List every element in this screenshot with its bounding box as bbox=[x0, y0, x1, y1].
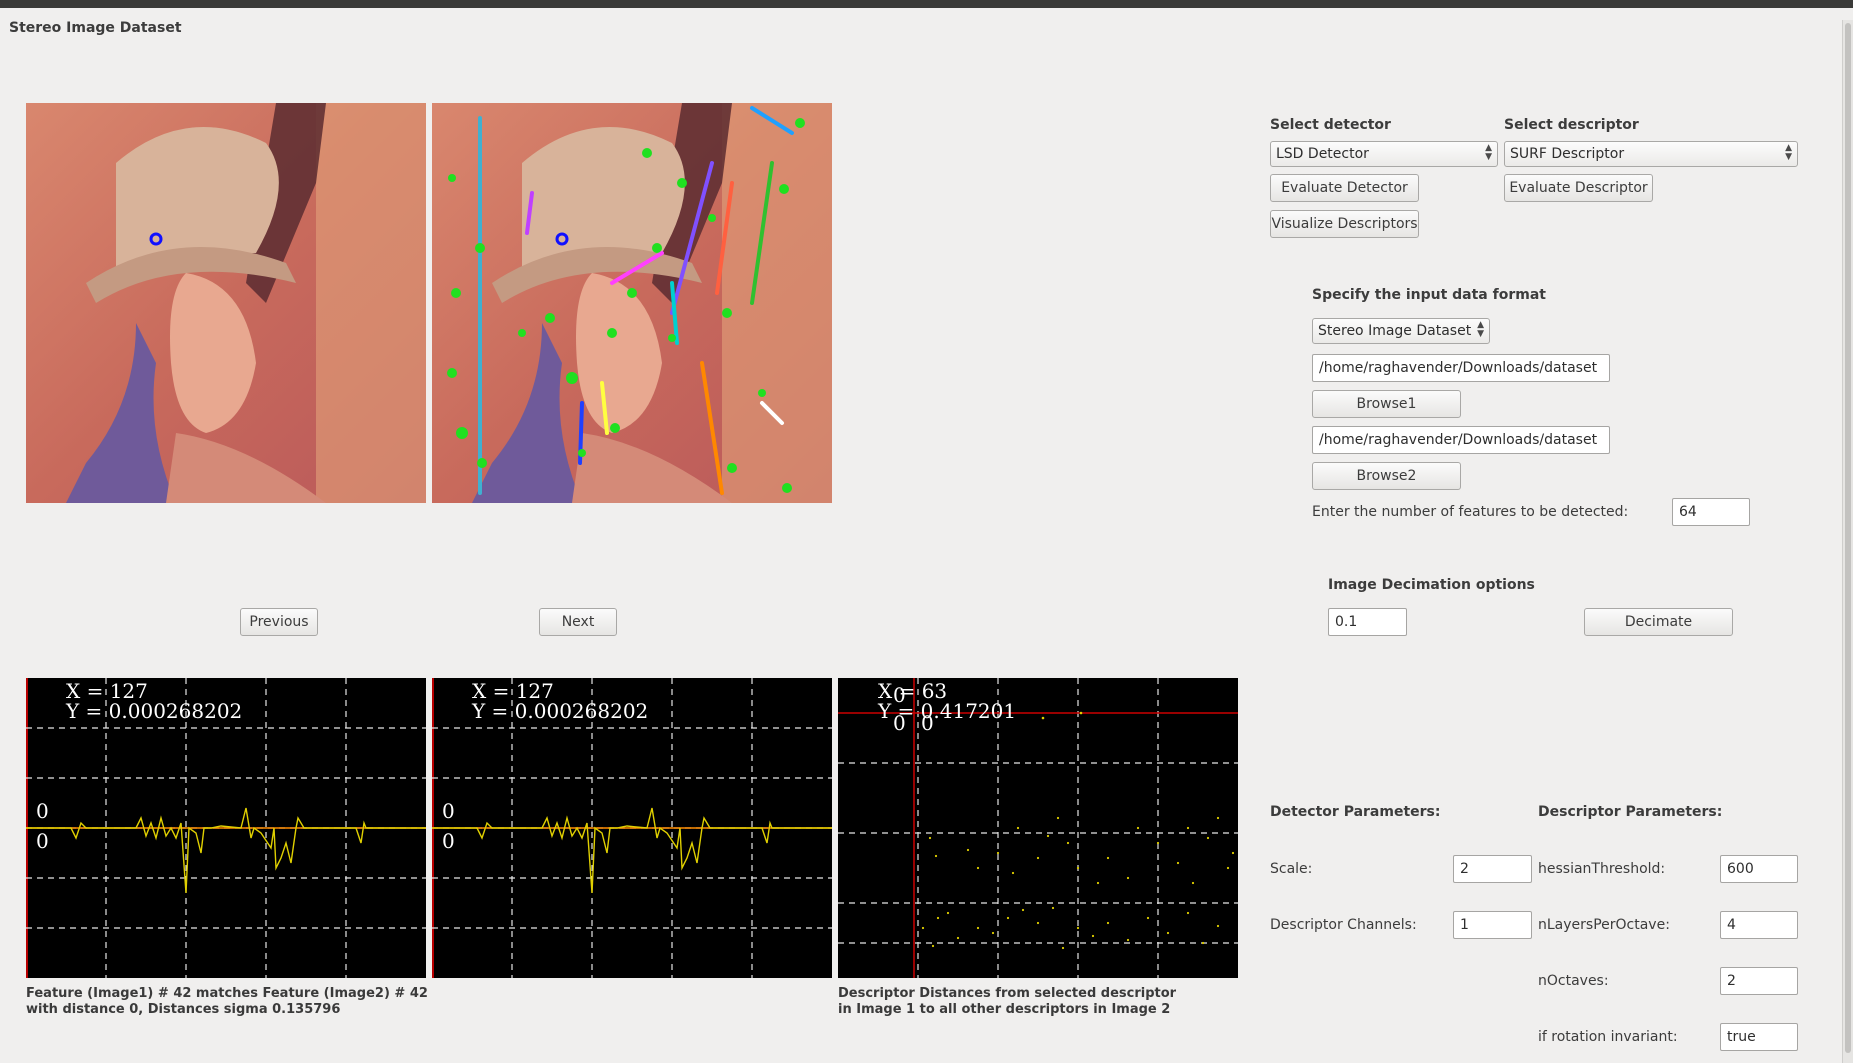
distance-caption-line2: in Image 1 to all other descriptors in I… bbox=[838, 1002, 1171, 1017]
select-descriptor-heading: Select descriptor bbox=[1504, 117, 1639, 133]
visualize-descriptors-button[interactable]: Visualize Descriptors bbox=[1270, 210, 1419, 238]
scale-field[interactable]: 2 bbox=[1453, 855, 1532, 883]
match-caption: Feature (Image1) # 42 matches Feature (I… bbox=[26, 986, 436, 1018]
num-features-field[interactable]: 64 bbox=[1672, 498, 1750, 526]
input-format-heading: Specify the input data format bbox=[1312, 287, 1546, 303]
n-layers-field[interactable]: 4 bbox=[1720, 911, 1798, 939]
match-caption-line2: with distance 0, Distances sigma 0.13579… bbox=[26, 1002, 341, 1017]
descriptor-plot2-svg bbox=[432, 678, 832, 978]
browse2-button[interactable]: Browse2 bbox=[1312, 462, 1461, 490]
match-caption-line1: Feature (Image1) # 42 matches Feature (I… bbox=[26, 986, 428, 1001]
input-format-select[interactable]: Stereo Image Dataset ▲ ▼ bbox=[1312, 318, 1490, 344]
image2-panel[interactable] bbox=[432, 103, 832, 503]
detector-params-heading: Detector Parameters: bbox=[1270, 804, 1441, 820]
n-octaves-field[interactable]: 2 bbox=[1720, 967, 1798, 995]
decimation-heading: Image Decimation options bbox=[1328, 577, 1535, 593]
input-format-select-value: Stereo Image Dataset bbox=[1318, 323, 1472, 339]
descriptor-plot-image1[interactable]: X = 127 Y = 0.000268202 0 0 bbox=[26, 678, 426, 978]
descriptor-params-heading: Descriptor Parameters: bbox=[1538, 804, 1723, 820]
lena-features-image bbox=[432, 103, 832, 503]
scroll-thumb[interactable] bbox=[1845, 23, 1851, 1053]
chevron-updown-icon: ▲ ▼ bbox=[1477, 320, 1484, 339]
descriptor-plot-image2[interactable]: X = 127 Y = 0.000268202 0 0 bbox=[432, 678, 832, 978]
n-layers-label: nLayersPerOctave: bbox=[1538, 917, 1670, 933]
num-features-label: Enter the number of features to be detec… bbox=[1312, 504, 1629, 520]
vertical-scrollbar[interactable] bbox=[1842, 20, 1853, 1063]
lena-original-image bbox=[26, 103, 426, 503]
scale-label: Scale: bbox=[1270, 861, 1313, 877]
decimation-field[interactable]: 0.1 bbox=[1328, 608, 1407, 636]
distance-caption: Descriptor Distances from selected descr… bbox=[838, 986, 1238, 1018]
rotation-invariant-field[interactable]: true bbox=[1720, 1023, 1798, 1051]
dataset-path2-field[interactable]: /home/raghavender/Downloads/dataset bbox=[1312, 426, 1610, 454]
browse1-button[interactable]: Browse1 bbox=[1312, 390, 1461, 418]
decimate-button[interactable]: Decimate bbox=[1584, 608, 1733, 636]
descriptor-plot1-svg bbox=[26, 678, 426, 978]
system-top-bar bbox=[0, 0, 1853, 8]
distance-scatter-plot[interactable]: X = 63 Y = 0.417201 0 0 0 bbox=[838, 678, 1238, 978]
next-button[interactable]: Next bbox=[539, 608, 617, 636]
distance-caption-line1: Descriptor Distances from selected descr… bbox=[838, 986, 1177, 1001]
descriptor-select-value: SURF Descriptor bbox=[1510, 146, 1625, 162]
detector-select[interactable]: LSD Detector ▲ ▼ bbox=[1270, 141, 1498, 167]
n-octaves-label: nOctaves: bbox=[1538, 973, 1609, 989]
rotation-invariant-label: if rotation invariant: bbox=[1538, 1029, 1678, 1045]
distance-scatter-svg bbox=[838, 678, 1238, 978]
image1-panel[interactable] bbox=[26, 103, 426, 503]
chevron-updown-icon: ▲ ▼ bbox=[1485, 143, 1492, 162]
previous-button[interactable]: Previous bbox=[240, 608, 318, 636]
descriptor-channels-field[interactable]: 1 bbox=[1453, 911, 1532, 939]
descriptor-channels-label: Descriptor Channels: bbox=[1270, 917, 1417, 933]
detector-select-value: LSD Detector bbox=[1276, 146, 1369, 162]
hessian-threshold-field[interactable]: 600 bbox=[1720, 855, 1798, 883]
window-title: Stereo Image Dataset bbox=[9, 20, 182, 36]
descriptor-select[interactable]: SURF Descriptor ▲ ▼ bbox=[1504, 141, 1798, 167]
hessian-threshold-label: hessianThreshold: bbox=[1538, 861, 1666, 877]
evaluate-descriptor-button[interactable]: Evaluate Descriptor bbox=[1504, 174, 1653, 202]
select-detector-heading: Select detector bbox=[1270, 117, 1391, 133]
dataset-path1-field[interactable]: /home/raghavender/Downloads/dataset bbox=[1312, 354, 1610, 382]
chevron-updown-icon: ▲ ▼ bbox=[1785, 143, 1792, 162]
evaluate-detector-button[interactable]: Evaluate Detector bbox=[1270, 174, 1419, 202]
